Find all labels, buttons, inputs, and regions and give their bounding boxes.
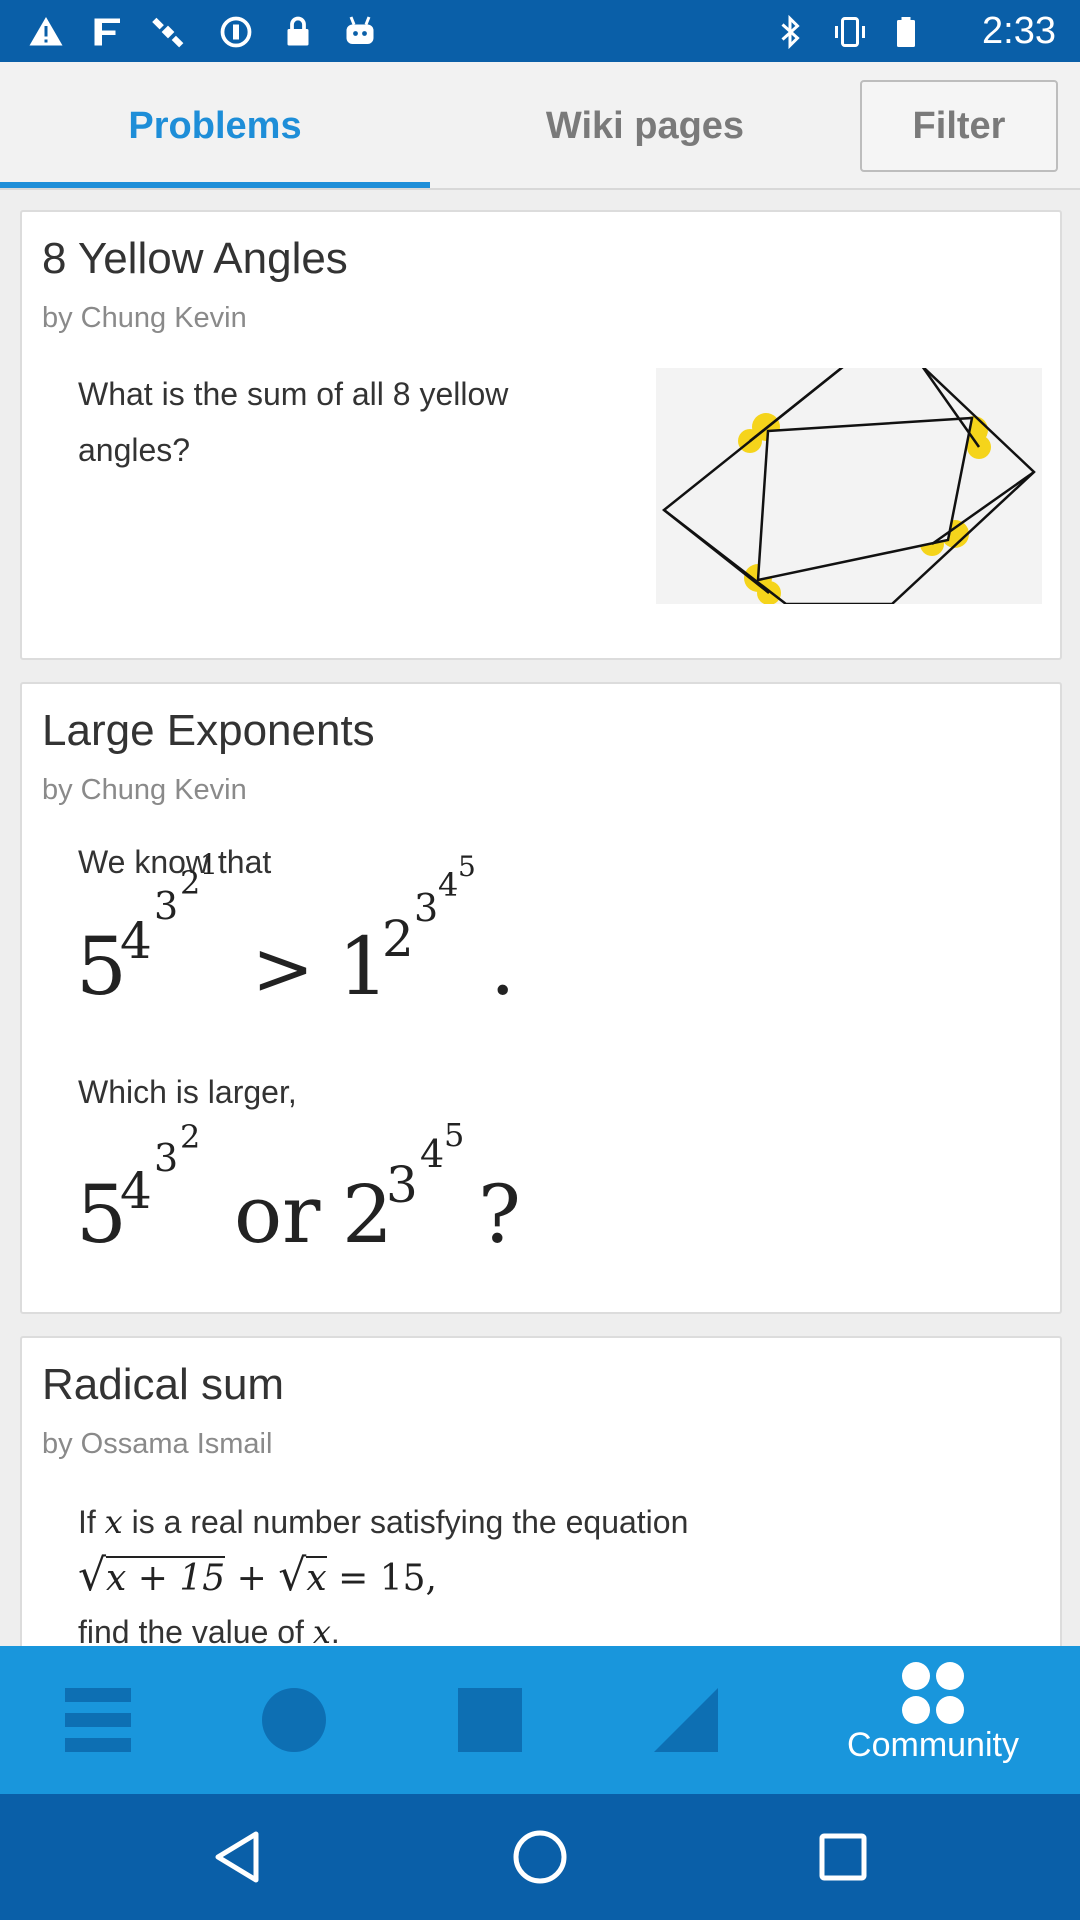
status-time: 2:33 [982, 10, 1056, 52]
bottom-nav [0, 1646, 1080, 1794]
card-title: Radical sum [42, 1360, 285, 1409]
battery-icon [897, 17, 915, 47]
yellow-angles-figure [656, 364, 1042, 606]
triangle-icon[interactable] [626, 1646, 746, 1794]
card-title: Large Exponents [42, 706, 375, 755]
filter-button[interactable]: Filter [860, 80, 1058, 172]
vibrate-icon [835, 17, 865, 47]
system-nav-bar [0, 1794, 1080, 1920]
card-body-line: Which is larger, [78, 1074, 297, 1110]
tab-problems[interactable]: Problems [0, 62, 430, 190]
card-body: What is the sum of all 8 yellow angles? [78, 376, 509, 468]
problem-card-radical-sum[interactable]: Radical sum by Ossama Ismail If x is a r… [20, 1336, 1062, 1656]
card-author: by Ossama Ismail [42, 1428, 273, 1460]
problem-card-large-exponents[interactable]: Large Exponents by Chung Kevin We know t… [20, 682, 1062, 1314]
card-body-line: If x is a real number satisfying the equ… [78, 1503, 689, 1541]
equation-2: 5 4 3 2 or 2 3 4 5 ? [76, 1116, 521, 1261]
status-bar: 2:33 [0, 0, 1080, 62]
data-saver-icon [220, 16, 252, 48]
tab-wiki-pages[interactable]: Wiki pages [430, 62, 860, 190]
home-button[interactable] [505, 1822, 575, 1892]
back-button[interactable] [204, 1822, 274, 1892]
card-author: by Chung Kevin [42, 774, 247, 806]
android-icon [346, 16, 374, 44]
square-icon[interactable] [430, 1646, 550, 1794]
lock-icon [287, 16, 309, 46]
fake-gps-icon [94, 18, 120, 46]
warning-icon [29, 17, 63, 46]
satellite-icon [152, 17, 184, 48]
community-tab-label[interactable]: Community [838, 1726, 1028, 1765]
equation-1: 5 4 3 2 1 > 1 2 3 4 5 . [76, 848, 516, 1013]
problem-card-yellow-angles[interactable]: 8 Yellow Angles by Chung Kevin What is t… [20, 210, 1062, 660]
card-author: by Chung Kevin [42, 302, 247, 334]
radical-equation: √x + 15 + √x = 15, [78, 1550, 437, 1601]
recents-button[interactable] [808, 1822, 878, 1892]
menu-icon[interactable] [38, 1646, 158, 1794]
bluetooth-icon [781, 14, 800, 50]
active-tab-indicator [0, 182, 430, 188]
card-title: 8 Yellow Angles [42, 234, 348, 283]
circle-icon[interactable] [234, 1646, 354, 1794]
